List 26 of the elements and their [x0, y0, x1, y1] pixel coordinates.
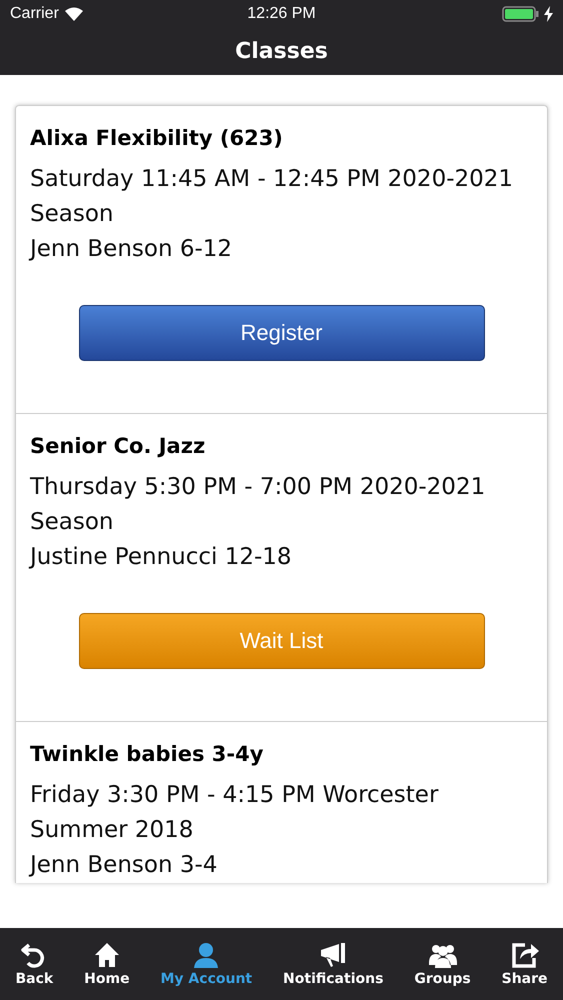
class-instructor: Jenn Benson 3-4	[30, 851, 218, 880]
class-instructor: Jenn Benson 6-12	[30, 235, 234, 264]
carrier-label: Carrier	[10, 5, 59, 23]
megaphone-icon	[319, 941, 348, 969]
charging-icon	[544, 6, 554, 22]
wifi-icon	[64, 7, 83, 21]
clock: 12:26 PM	[247, 5, 316, 23]
class-schedule: Saturday 11:45 AM - 12:45 PM 2020-2021 Season	[30, 165, 514, 229]
class-title: Senior Co. Jazz	[30, 434, 206, 458]
tab-bar-item[interactable]: Notifications	[281, 941, 386, 987]
tab-bar-item[interactable]: Home	[82, 941, 132, 987]
tab-bar-item[interactable]: Back	[13, 941, 56, 987]
home-icon	[92, 941, 121, 969]
tab-bar-item[interactable]: My Account	[158, 941, 254, 987]
tab-bar-item[interactable]: Share	[500, 941, 550, 987]
share-icon	[510, 941, 539, 969]
screen-title: Classes	[235, 39, 328, 64]
class-title: Alixa Flexibility (623)	[30, 126, 283, 150]
class-schedule: Thursday 5:30 PM - 7:00 PM 2020-2021 Season	[30, 473, 486, 537]
class-title: Twinkle babies 3-4y	[30, 742, 264, 766]
battery-icon	[502, 6, 540, 22]
register-button[interactable]: Register	[78, 305, 484, 361]
class-instructor: Justine Pennucci 12-18	[30, 543, 293, 572]
class-schedule: Friday 3:30 PM - 4:15 PM Worcester Summer 2018	[30, 781, 440, 845]
person-icon	[192, 941, 220, 969]
tab-bar-item[interactable]: Groups	[412, 941, 473, 987]
